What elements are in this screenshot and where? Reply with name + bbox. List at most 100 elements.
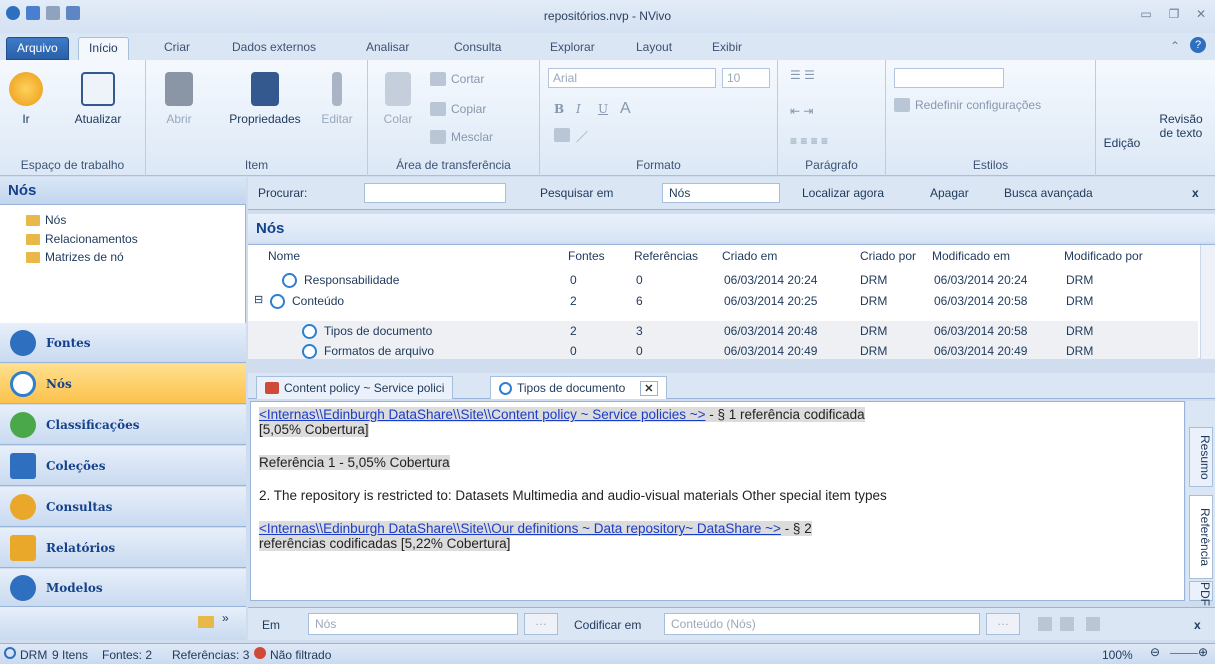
column-header-fontes[interactable]: Fontes	[568, 249, 605, 263]
browse-button[interactable]: …	[986, 613, 1020, 635]
cortar-button[interactable]: Cortar	[430, 72, 484, 86]
clear-format-icon[interactable]: ／	[576, 128, 588, 145]
search-input[interactable]	[364, 183, 506, 203]
column-header-modificado-em[interactable]: Modificado em	[932, 249, 1010, 263]
zoom-out-icon[interactable]: ⊖	[1150, 645, 1160, 659]
code-new-icon[interactable]	[1086, 617, 1100, 631]
font-combo[interactable]: Arial	[548, 68, 716, 88]
tab-exibir[interactable]: Exibir	[702, 37, 752, 60]
expand-icon[interactable]: ⊟	[254, 293, 263, 306]
browse-button[interactable]: …	[524, 613, 558, 635]
search-scope-field[interactable]: Nós	[662, 183, 780, 203]
code-icon[interactable]	[1038, 617, 1052, 631]
close-find-button[interactable]: x	[1192, 186, 1199, 200]
help-icon[interactable]: ?	[1190, 37, 1206, 53]
column-header-criado-em[interactable]: Criado em	[722, 249, 777, 263]
edicao-button[interactable]: Edição	[1098, 136, 1146, 150]
indent-icon[interactable]: ⇤ ⇥	[790, 104, 813, 118]
propriedades-button[interactable]: Propriedades	[220, 72, 310, 126]
ribbon-collapse-icon[interactable]: ⌃	[1170, 39, 1180, 53]
group-label: Área de transferência	[396, 158, 511, 172]
tree-item-nos[interactable]: Nós	[26, 213, 66, 227]
tree-item-matrizes[interactable]: Matrizes de nó	[26, 250, 124, 264]
zoom-slider[interactable]	[1170, 653, 1198, 654]
status-referencias: Referências: 3	[172, 648, 250, 662]
source-link[interactable]: <Internas\\Edinburgh DataShare\\Site\\Co…	[259, 407, 706, 422]
filter-icon	[254, 647, 266, 659]
grid-scrollbar[interactable]	[1200, 245, 1215, 359]
nav-button-classificacoes[interactable]: Classificações	[0, 405, 246, 445]
editar-button[interactable]: Editar	[312, 72, 362, 126]
document-view[interactable]: <Internas\\Edinburgh DataShare\\Site\\Co…	[250, 401, 1185, 601]
localizar-agora-button[interactable]: Localizar agora	[802, 186, 884, 200]
italic-button[interactable]: I	[576, 102, 581, 116]
nav-button-fontes[interactable]: Fontes	[0, 323, 246, 363]
tree-item-relacionamentos[interactable]: Relacionamentos	[26, 232, 138, 246]
nodes-title: Nós	[248, 214, 1215, 242]
folder-icon[interactable]	[198, 616, 214, 628]
uncode-icon[interactable]	[1060, 617, 1074, 631]
font-size-combo[interactable]: 10	[722, 68, 770, 88]
find-bar: Procurar: Pesquisar em Nós Localizar ago…	[248, 177, 1215, 210]
chevron-down-icon[interactable]: »	[222, 611, 229, 625]
column-header-modificado-por[interactable]: Modificado por	[1064, 249, 1143, 263]
table-row[interactable]: ⊟ Conteúdo 2 6 06/03/2014 20:25 DRM 06/0…	[248, 291, 1198, 311]
nav-button-nos[interactable]: Nós	[0, 364, 246, 404]
copiar-button[interactable]: Copiar	[430, 102, 486, 116]
abrir-button[interactable]: Abrir	[154, 72, 204, 126]
tab-content-policy[interactable]: Content policy ~ Service polici	[256, 376, 454, 399]
close-icon[interactable]: ✕	[1190, 6, 1212, 22]
nav-button-consultas[interactable]: Consultas	[0, 487, 246, 527]
underline-button[interactable]: U	[598, 102, 608, 116]
coverage-text: referências codificadas [5,22% Cobertura…	[259, 536, 511, 551]
bold-button[interactable]: B	[554, 102, 564, 116]
close-tab-icon[interactable]: ✕	[640, 380, 658, 396]
nav-button-relatorios[interactable]: Relatórios	[0, 528, 246, 568]
nav-button-modelos[interactable]: Modelos	[0, 569, 246, 607]
column-header-nome[interactable]: Nome	[268, 249, 300, 263]
font-color-icon[interactable]: A	[620, 100, 631, 118]
nav-button-colecoes[interactable]: Coleções	[0, 446, 246, 486]
group-label: Estilos	[972, 158, 1009, 172]
atualizar-button[interactable]: Atualizar	[58, 72, 138, 126]
tab-resumo[interactable]: Resumo	[1189, 427, 1213, 487]
tab-layout[interactable]: Layout	[626, 37, 682, 60]
revisao-button[interactable]: Revisão de texto	[1148, 112, 1214, 140]
group-estilos: Redefinir configurações Estilos	[886, 60, 1096, 176]
source-link[interactable]: <Internas\\Edinburgh DataShare\\Site\\Ou…	[259, 521, 781, 536]
tab-explorar[interactable]: Explorar	[540, 37, 605, 60]
table-row[interactable]: Formatos de arquivo 0 0 06/03/2014 20:49…	[248, 341, 1198, 359]
list-icon[interactable]: ☰ ☰	[790, 68, 815, 82]
codificar-em-combo[interactable]: Conteúdo (Nós)	[664, 613, 980, 635]
tab-arquivo[interactable]: Arquivo	[6, 37, 69, 60]
apagar-button[interactable]: Apagar	[930, 186, 969, 200]
ir-button[interactable]: Ir	[6, 72, 46, 126]
tab-criar[interactable]: Criar	[154, 37, 200, 60]
colar-button[interactable]: Colar	[378, 72, 418, 126]
tab-tipos-documento[interactable]: Tipos de documento ✕	[490, 376, 667, 399]
tab-dados-externos[interactable]: Dados externos	[222, 37, 326, 60]
align-icon[interactable]: ≡ ≡ ≡ ≡	[790, 134, 828, 148]
mesclar-button[interactable]: Mesclar	[430, 130, 493, 144]
tab-referencia[interactable]: Referência	[1189, 495, 1213, 579]
minimize-icon[interactable]: ▭	[1135, 6, 1157, 22]
table-row[interactable]: Tipos de documento 2 3 06/03/2014 20:48 …	[248, 321, 1198, 341]
pesquisar-em-button[interactable]: Pesquisar em	[540, 186, 613, 200]
restore-icon[interactable]: ❐	[1163, 6, 1185, 22]
zoom-in-icon[interactable]: ⊕	[1198, 645, 1208, 659]
close-code-bar-button[interactable]: x	[1194, 618, 1201, 632]
table-row[interactable]: Responsabilidade 0 0 06/03/2014 20:24 DR…	[248, 270, 1198, 290]
redefinir-button[interactable]: Redefinir configurações	[894, 98, 1041, 112]
highlight-icon[interactable]	[554, 128, 570, 142]
em-combo[interactable]: Nós	[308, 613, 518, 635]
style-combo[interactable]	[894, 68, 1004, 88]
tab-inicio[interactable]: Início	[78, 37, 129, 60]
tab-pdf[interactable]: PDF	[1189, 581, 1213, 606]
procurar-label: Procurar:	[258, 186, 308, 200]
tab-analisar[interactable]: Analisar	[356, 37, 419, 60]
folder-icon	[26, 214, 40, 226]
column-header-referencias[interactable]: Referências	[634, 249, 698, 263]
tab-consulta[interactable]: Consulta	[444, 37, 511, 60]
busca-avancada-button[interactable]: Busca avançada	[1004, 186, 1093, 200]
column-header-criado-por[interactable]: Criado por	[860, 249, 916, 263]
